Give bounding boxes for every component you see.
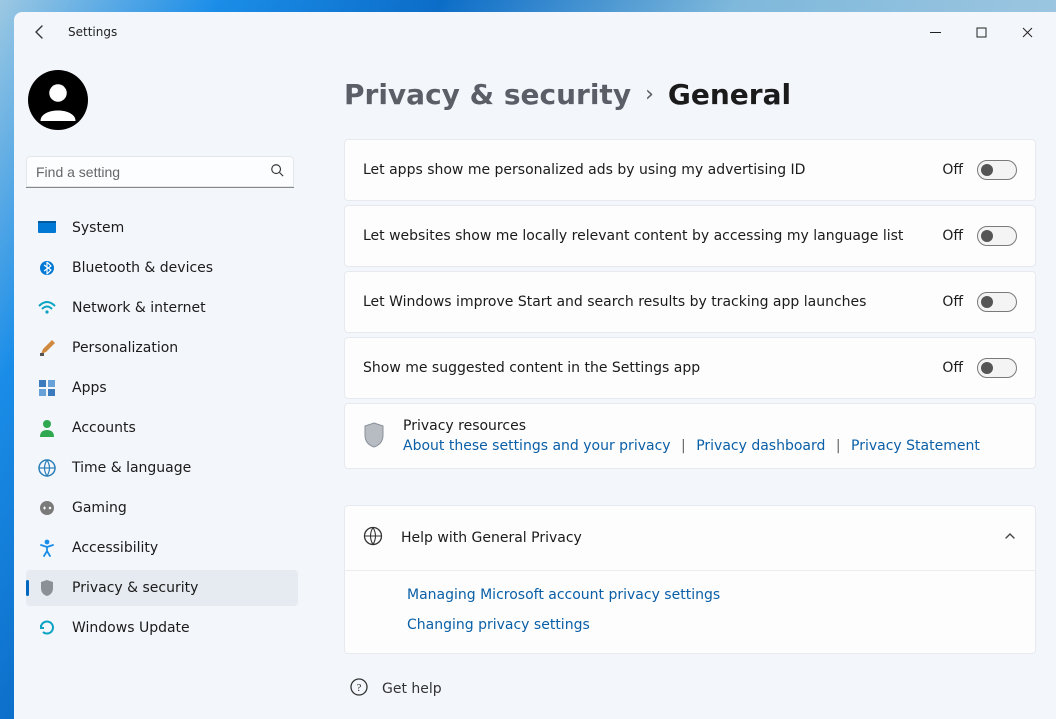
sidebar-item-label: Gaming	[72, 500, 127, 516]
globe-icon	[363, 526, 383, 550]
svg-text:?: ?	[357, 682, 362, 694]
resources-title: Privacy resources	[403, 418, 980, 434]
help-title: Help with General Privacy	[401, 530, 985, 546]
help-body: Managing Microsoft account privacy setti…	[345, 571, 1035, 653]
sidebar-item-accounts[interactable]: Accounts	[26, 410, 298, 446]
toggle-row-advertising-id: Let apps show me personalized ads by usi…	[344, 139, 1036, 201]
sidebar-item-label: Accessibility	[72, 540, 158, 556]
wifi-icon	[38, 299, 56, 317]
sidebar-item-label: Bluetooth & devices	[72, 260, 213, 276]
content-area: System Bluetooth & devices Network & int…	[14, 52, 1056, 719]
breadcrumb: Privacy & security › General	[344, 78, 1036, 111]
help-link-changing-privacy[interactable]: Changing privacy settings	[407, 617, 1017, 633]
avatar[interactable]	[28, 70, 88, 130]
person-icon	[38, 419, 56, 437]
minimize-icon	[930, 27, 941, 38]
resources-links: About these settings and your privacy | …	[403, 438, 980, 454]
sidebar-item-system[interactable]: System	[26, 210, 298, 246]
sidebar: System Bluetooth & devices Network & int…	[14, 52, 324, 719]
toggle-label: Let Windows improve Start and search res…	[363, 294, 928, 310]
arrow-left-icon	[32, 24, 48, 40]
sidebar-item-time-language[interactable]: Time & language	[26, 450, 298, 486]
sidebar-item-label: Privacy & security	[72, 580, 198, 596]
toggle-row-suggested-content: Show me suggested content in the Setting…	[344, 337, 1036, 399]
toggle-state: Off	[942, 294, 963, 310]
toggle-switch[interactable]	[977, 226, 1017, 246]
search-icon	[270, 163, 284, 181]
minimize-button[interactable]	[912, 16, 958, 48]
toggle-label: Let apps show me personalized ads by usi…	[363, 162, 928, 178]
toggle-state: Off	[942, 228, 963, 244]
link-privacy-statement[interactable]: Privacy Statement	[851, 438, 980, 454]
toggle-label: Show me suggested content in the Setting…	[363, 360, 928, 376]
toggle-row-app-launch-tracking: Let Windows improve Start and search res…	[344, 271, 1036, 333]
privacy-resources-panel: Privacy resources About these settings a…	[344, 403, 1036, 469]
toggle-state: Off	[942, 162, 963, 178]
resources-content: Privacy resources About these settings a…	[403, 418, 980, 454]
shield-icon	[38, 579, 56, 597]
window-controls	[912, 16, 1050, 48]
help-link-account-privacy[interactable]: Managing Microsoft account privacy setti…	[407, 587, 1017, 603]
toggle-switch[interactable]	[977, 292, 1017, 312]
sidebar-item-network[interactable]: Network & internet	[26, 290, 298, 326]
update-icon	[38, 619, 56, 637]
maximize-icon	[976, 27, 987, 38]
sidebar-item-label: Windows Update	[72, 620, 190, 636]
search-wrap	[26, 156, 294, 188]
main-content: Privacy & security › General Let apps sh…	[324, 52, 1056, 719]
sidebar-item-label: Accounts	[72, 420, 136, 436]
paintbrush-icon	[38, 339, 56, 357]
chevron-up-icon	[1003, 529, 1017, 547]
close-button[interactable]	[1004, 16, 1050, 48]
system-icon	[38, 219, 56, 237]
breadcrumb-parent[interactable]: Privacy & security	[344, 78, 631, 111]
sidebar-item-label: Time & language	[72, 460, 191, 476]
settings-window: Settings	[14, 12, 1056, 719]
help-panel: Help with General Privacy Managing Micro…	[344, 505, 1036, 654]
toggle-row-language-list: Let websites show me locally relevant co…	[344, 205, 1036, 267]
toggle-label: Let websites show me locally relevant co…	[363, 228, 928, 244]
shield-icon	[363, 422, 385, 452]
globe-clock-icon	[38, 459, 56, 477]
sidebar-item-label: Network & internet	[72, 300, 206, 316]
get-help-link[interactable]: ? Get help	[344, 678, 1036, 700]
user-icon	[37, 79, 79, 121]
sidebar-item-personalization[interactable]: Personalization	[26, 330, 298, 366]
sidebar-item-privacy-security[interactable]: Privacy & security	[26, 570, 298, 606]
app-title: Settings	[68, 25, 117, 39]
toggle-state: Off	[942, 360, 963, 376]
sidebar-item-label: System	[72, 220, 124, 236]
close-icon	[1022, 27, 1033, 38]
nav: System Bluetooth & devices Network & int…	[26, 210, 298, 649]
sidebar-item-label: Apps	[72, 380, 107, 396]
sidebar-item-apps[interactable]: Apps	[26, 370, 298, 406]
chevron-right-icon: ›	[645, 82, 654, 107]
link-about-privacy[interactable]: About these settings and your privacy	[403, 438, 671, 454]
titlebar: Settings	[14, 12, 1056, 52]
toggle-switch[interactable]	[977, 160, 1017, 180]
page-title: General	[668, 78, 791, 111]
sidebar-item-label: Personalization	[72, 340, 178, 356]
accessibility-icon	[38, 539, 56, 557]
get-help-label: Get help	[382, 681, 442, 697]
search-input[interactable]	[26, 156, 294, 188]
sidebar-item-accessibility[interactable]: Accessibility	[26, 530, 298, 566]
sidebar-item-windows-update[interactable]: Windows Update	[26, 610, 298, 646]
help-icon: ?	[350, 678, 368, 700]
link-privacy-dashboard[interactable]: Privacy dashboard	[696, 438, 825, 454]
maximize-button[interactable]	[958, 16, 1004, 48]
bluetooth-icon	[38, 259, 56, 277]
back-button[interactable]	[30, 22, 50, 42]
sidebar-item-bluetooth[interactable]: Bluetooth & devices	[26, 250, 298, 286]
sidebar-item-gaming[interactable]: Gaming	[26, 490, 298, 526]
toggle-switch[interactable]	[977, 358, 1017, 378]
help-header[interactable]: Help with General Privacy	[345, 506, 1035, 571]
gamepad-icon	[38, 499, 56, 517]
apps-icon	[38, 379, 56, 397]
